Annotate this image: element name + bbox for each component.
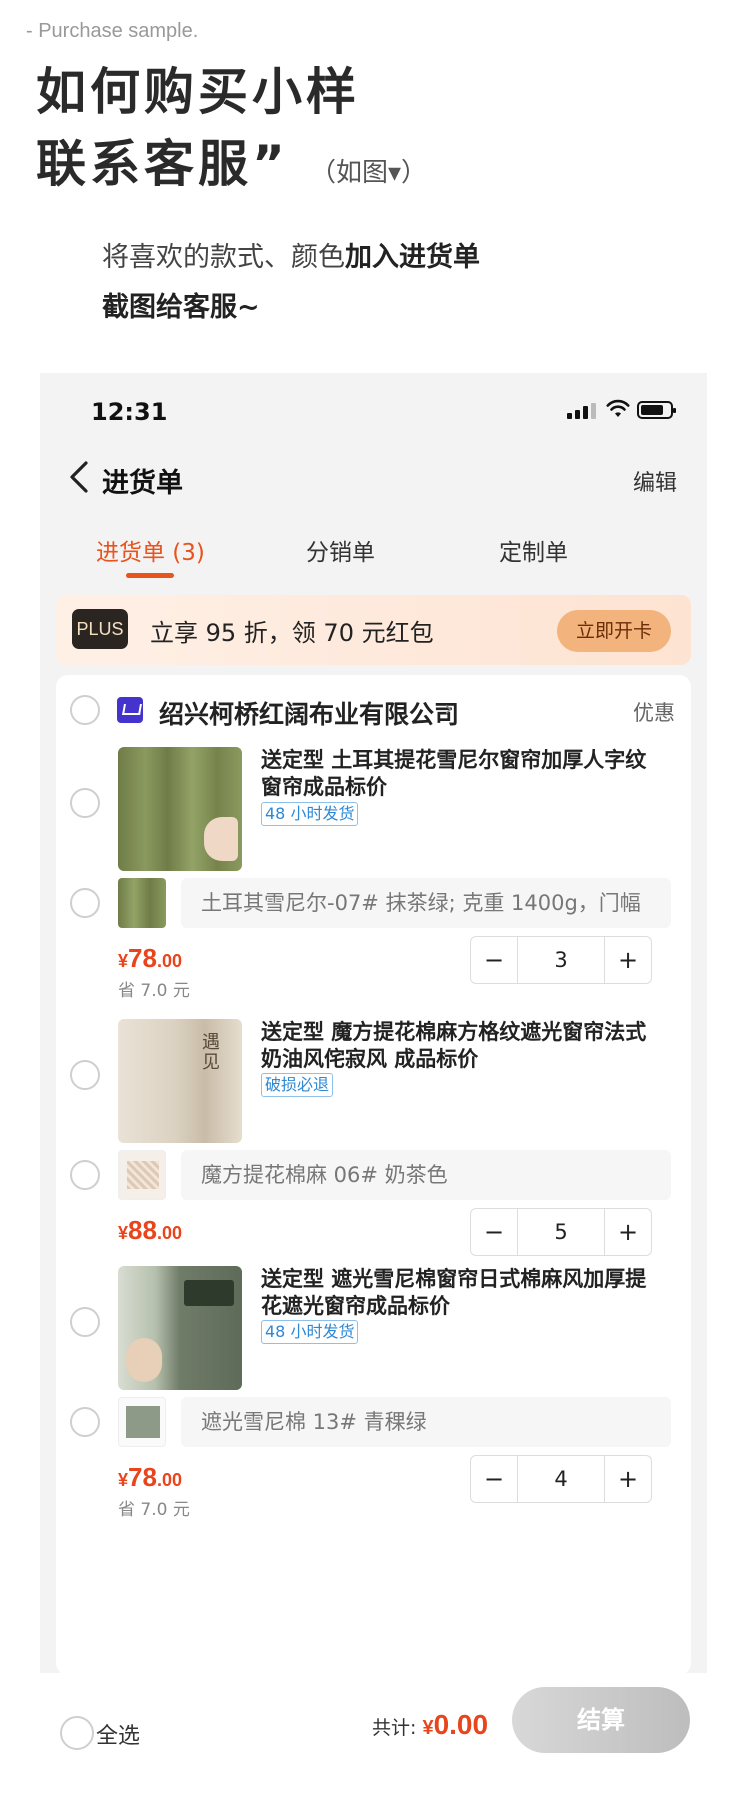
intro-line-2: 截图给客服~ — [102, 288, 260, 328]
tab-custom[interactable]: 定制单 — [499, 533, 568, 567]
sku-thumbnail — [118, 1150, 166, 1200]
bottom-bar: 全选 共计: ¥0.00 结算 — [0, 1673, 750, 1807]
shop-card: 绍兴柯桥红阔布业有限公司 › 优惠 送定型 土耳其提花雪尼尔窗帘加厚人字纹窗帘成… — [56, 675, 691, 1673]
intro-text: 将喜欢的款式、颜色 — [102, 242, 345, 273]
price-currency: ¥ — [118, 951, 129, 971]
total-amount: 0.00 — [433, 1709, 489, 1740]
price-decimal: .00 — [156, 951, 182, 971]
item-checkbox[interactable] — [70, 788, 100, 818]
total-label: 共计: — [372, 1717, 423, 1739]
product-image-lettering: 遇见 — [202, 1032, 220, 1073]
wifi-icon — [606, 399, 630, 417]
sku-selector[interactable]: 魔方提花棉麻 06# 奶茶色 — [181, 1150, 671, 1200]
price-main: 88 — [128, 1215, 157, 1245]
heading-line-1: 如何购买小样 — [36, 63, 360, 121]
plus-icon[interactable]: + — [605, 1209, 651, 1255]
intro-highlight: 加入进货单 — [345, 242, 480, 273]
hand-graphic — [126, 1338, 162, 1382]
total-display: 共计: ¥0.00 — [372, 1709, 488, 1741]
quantity-input[interactable]: 5 — [517, 1209, 605, 1255]
product-tag: 48 小时发货 — [261, 802, 359, 826]
plus-badge: PLUS — [72, 609, 128, 649]
shop-name[interactable]: 绍兴柯桥红阔布业有限公司 — [159, 695, 459, 731]
plus-banner-text: 立享 95 折，领 70 元红包 — [150, 619, 434, 647]
image-label-graphic — [184, 1280, 234, 1306]
minus-icon[interactable]: − — [471, 1456, 517, 1502]
product-image[interactable]: 遇见 — [118, 1019, 242, 1143]
sku-checkbox[interactable] — [70, 1407, 100, 1437]
minus-icon[interactable]: − — [471, 937, 517, 983]
product-tag: 48 小时发货 — [261, 1320, 359, 1344]
checkout-button[interactable]: 结算 — [512, 1687, 690, 1753]
product-image[interactable] — [118, 1266, 242, 1390]
discount-link[interactable]: 优惠 — [633, 697, 675, 727]
tab-purchase-list[interactable]: 进货单 (3) — [96, 533, 205, 567]
price-decimal: .00 — [156, 1470, 182, 1490]
product-tag: 破损必退 — [261, 1073, 334, 1097]
price-main: 78 — [128, 943, 157, 973]
open-card-button[interactable]: 立即开卡 — [557, 610, 671, 652]
sku-selector[interactable]: 土耳其雪尼尔-07# 抹茶绿; 克重 1400g，门幅 — [181, 878, 671, 928]
product-title[interactable]: 送定型 土耳其提花雪尼尔窗帘加厚人字纹窗帘成品标价 — [261, 747, 661, 801]
quantity-input[interactable]: 3 — [517, 937, 605, 983]
select-all-checkbox[interactable] — [60, 1716, 94, 1750]
saving-text: 省 7.0 元 — [118, 981, 190, 1001]
sku-thumbnail — [118, 1397, 166, 1447]
price-currency: ¥ — [118, 1470, 129, 1490]
product-image[interactable] — [118, 747, 242, 871]
price-currency: ¥ — [118, 1223, 129, 1243]
plus-banner: PLUS 立享 95 折，领 70 元红包 立即开卡 — [56, 595, 691, 665]
chevron-right-icon[interactable]: › — [444, 697, 453, 722]
shop-logo-icon — [117, 697, 143, 723]
heading-line-2: 联系客服” — [36, 135, 289, 193]
back-chevron-icon[interactable] — [66, 459, 94, 495]
sku-checkbox[interactable] — [70, 1160, 100, 1190]
quantity-input[interactable]: 4 — [517, 1456, 605, 1502]
item-price: ¥88.00 — [118, 1215, 182, 1246]
fabric-swatch — [127, 1161, 159, 1189]
sku-selector[interactable]: 遮光雪尼棉 13# 青稞绿 — [181, 1397, 671, 1447]
fabric-swatch — [126, 1406, 160, 1438]
edit-button[interactable]: 编辑 — [633, 465, 677, 497]
active-tab-underline — [126, 573, 174, 578]
hint-text: （如图▾） — [310, 158, 428, 188]
plus-icon[interactable]: + — [605, 937, 651, 983]
item-checkbox[interactable] — [70, 1060, 100, 1090]
intro-line-1: 将喜欢的款式、颜色加入进货单 — [102, 238, 480, 278]
shop-checkbox[interactable] — [70, 695, 100, 725]
price-decimal: .00 — [156, 1223, 182, 1243]
product-title[interactable]: 送定型 魔方提花棉麻方格纹遮光窗帘法式奶油风侘寂风 成品标价 — [261, 1019, 661, 1073]
total-currency: ¥ — [422, 1717, 434, 1739]
quantity-stepper: − 4 + — [470, 1455, 652, 1503]
section-tag: - Purchase sample. — [26, 20, 199, 42]
price-main: 78 — [128, 1462, 157, 1492]
item-checkbox[interactable] — [70, 1307, 100, 1337]
plus-icon[interactable]: + — [605, 1456, 651, 1502]
quantity-stepper: − 3 + — [470, 936, 652, 984]
battery-icon — [637, 401, 676, 419]
intro-highlight-2: 截图给客服~ — [102, 292, 260, 323]
product-title[interactable]: 送定型 遮光雪尼棉窗帘日式棉麻风加厚提花遮光窗帘成品标价 — [261, 1266, 661, 1320]
item-price: ¥78.00 — [118, 1462, 182, 1493]
tab-distribution[interactable]: 分销单 — [306, 533, 375, 567]
nav-title: 进货单 — [102, 468, 183, 499]
quantity-stepper: − 5 + — [470, 1208, 652, 1256]
hand-graphic — [204, 817, 238, 861]
sku-checkbox[interactable] — [70, 888, 100, 918]
item-price: ¥78.00 — [118, 943, 182, 974]
status-time: 12:31 — [91, 398, 168, 426]
phone-screenshot: 12:31 进货单 编辑 进货单 (3) 分销单 定制单 PLUS 立享 95 … — [40, 373, 707, 1673]
select-all-label[interactable]: 全选 — [96, 1718, 140, 1750]
sku-thumbnail — [118, 878, 166, 928]
saving-text: 省 7.0 元 — [118, 1500, 190, 1520]
signal-icon — [567, 403, 599, 419]
minus-icon[interactable]: − — [471, 1209, 517, 1255]
